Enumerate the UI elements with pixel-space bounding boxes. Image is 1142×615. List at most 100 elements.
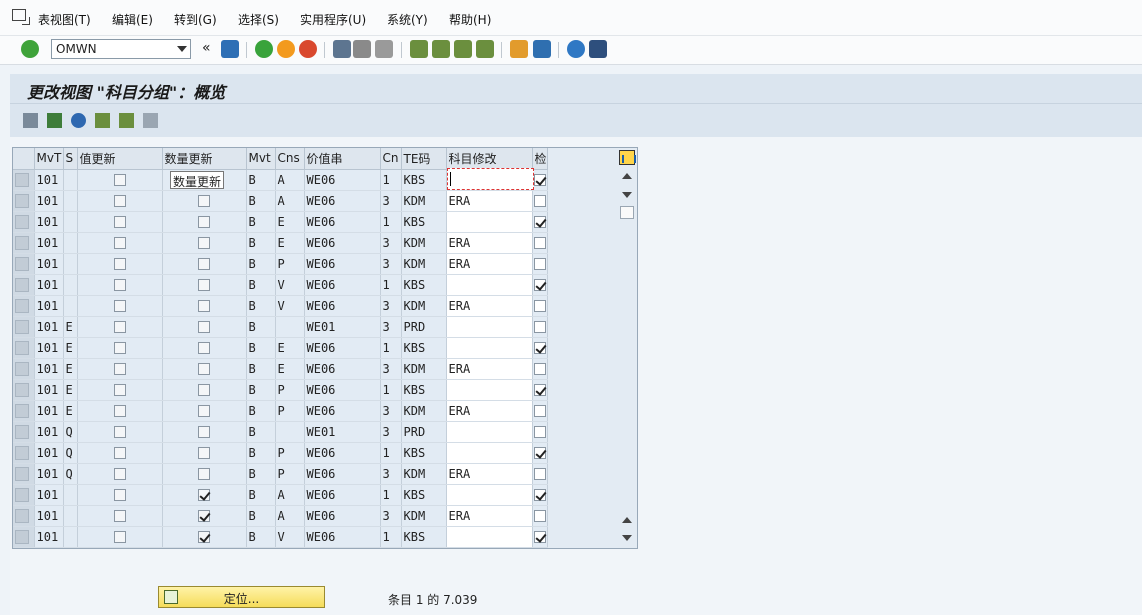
menu-help[interactable]: 帮助(H) (449, 11, 491, 28)
account-modifier-input[interactable] (446, 274, 533, 296)
value-update-checkbox[interactable] (113, 426, 126, 438)
qty-update-checkbox[interactable] (198, 321, 210, 333)
account-modifier-focus[interactable] (447, 168, 534, 190)
row-selector[interactable] (13, 379, 35, 401)
row-selector[interactable] (13, 316, 35, 338)
qty-update-checkbox[interactable] (198, 342, 210, 354)
scroll-down-icon[interactable] (622, 192, 632, 198)
display-change-icon[interactable] (23, 113, 38, 128)
qty-update-checkbox[interactable] (198, 363, 210, 375)
qty-update-checkbox[interactable] (198, 531, 210, 543)
qty-update-checkbox[interactable] (198, 216, 210, 228)
row-selector[interactable] (13, 358, 35, 380)
account-modifier-input[interactable] (446, 442, 533, 464)
account-modifier-input[interactable] (446, 211, 533, 233)
command-field[interactable]: OMWN (51, 39, 191, 59)
qty-update-checkbox[interactable] (198, 237, 210, 249)
row-selector[interactable] (13, 526, 35, 548)
print-icon[interactable] (333, 40, 351, 58)
check-checkbox[interactable] (533, 258, 546, 270)
undo-icon[interactable] (71, 113, 86, 128)
menu-edit[interactable]: 编辑(E) (112, 11, 153, 28)
row-selector[interactable] (13, 463, 35, 485)
value-update-checkbox[interactable] (113, 468, 126, 480)
menu-table-view[interactable]: 表视图(T) (38, 11, 91, 28)
scroll-thumb[interactable] (620, 206, 634, 219)
account-modifier-input[interactable]: ERA (446, 295, 533, 317)
header-value-update[interactable]: 值更新 (77, 148, 163, 170)
check-checkbox[interactable] (533, 363, 546, 375)
menu-system[interactable]: 系统(Y) (387, 11, 428, 28)
value-update-checkbox[interactable] (113, 321, 126, 333)
scroll-up-icon[interactable] (622, 173, 632, 179)
value-update-checkbox[interactable] (113, 216, 126, 228)
row-selector[interactable] (13, 337, 35, 359)
header-s[interactable]: S (63, 148, 78, 170)
qty-update-checkbox[interactable] (198, 384, 210, 396)
check-checkbox[interactable] (533, 321, 546, 333)
header-cns[interactable]: Cns (275, 148, 305, 170)
customize-layout-icon[interactable] (589, 40, 607, 58)
row-selector[interactable] (13, 190, 35, 212)
dropdown-arrow-icon[interactable] (177, 46, 187, 52)
header-account-modifier[interactable]: 科目修改 (446, 148, 533, 170)
qty-update-checkbox[interactable] (198, 447, 210, 459)
cancel-icon[interactable] (299, 40, 317, 58)
account-modifier-input[interactable] (446, 484, 533, 506)
account-modifier-input[interactable] (446, 421, 533, 443)
header-mvt[interactable]: MvT (34, 148, 64, 170)
account-modifier-input[interactable] (446, 526, 533, 548)
row-selector[interactable] (13, 211, 35, 233)
row-selector[interactable] (13, 442, 35, 464)
account-modifier-input[interactable] (446, 337, 533, 359)
save-icon[interactable] (221, 40, 239, 58)
account-modifier-input[interactable] (446, 379, 533, 401)
value-update-checkbox[interactable] (113, 531, 126, 543)
account-modifier-input[interactable]: ERA (446, 232, 533, 254)
select-all-icon[interactable] (143, 113, 158, 128)
create-session-icon[interactable] (510, 40, 528, 58)
collapse-icon[interactable]: « (202, 40, 211, 56)
delete-icon[interactable] (119, 113, 134, 128)
row-selector[interactable] (13, 421, 35, 443)
last-page-icon[interactable] (476, 40, 494, 58)
header-cn[interactable]: Cn (380, 148, 402, 170)
previous-page-icon[interactable] (432, 40, 450, 58)
check-checkbox[interactable] (533, 426, 546, 438)
row-selector[interactable] (13, 505, 35, 527)
qty-update-checkbox[interactable] (198, 300, 210, 312)
position-button[interactable]: 定位... (158, 586, 325, 608)
menu-expand-icon[interactable] (12, 9, 30, 25)
value-update-checkbox[interactable] (113, 174, 126, 186)
header-value-string[interactable]: 价值串 (304, 148, 381, 170)
value-update-checkbox[interactable] (113, 510, 126, 522)
shortcut-icon[interactable] (533, 40, 551, 58)
check-checkbox[interactable] (533, 342, 546, 354)
check-checkbox[interactable] (533, 384, 546, 396)
value-update-checkbox[interactable] (113, 405, 126, 417)
copy-as-icon[interactable] (95, 113, 110, 128)
table-settings-icon[interactable] (619, 150, 636, 165)
qty-update-checkbox[interactable] (198, 195, 210, 207)
qty-update-checkbox[interactable] (198, 426, 210, 438)
account-modifier-input[interactable]: ERA (446, 400, 533, 422)
account-modifier-input[interactable]: ERA (446, 505, 533, 527)
new-entries-icon[interactable] (47, 113, 62, 128)
vertical-scrollbar[interactable] (617, 169, 637, 547)
row-selector[interactable] (13, 253, 35, 275)
value-update-checkbox[interactable] (113, 384, 126, 396)
scroll-page-up-icon[interactable] (622, 517, 632, 523)
row-selector[interactable] (13, 274, 35, 296)
qty-update-checkbox[interactable] (198, 279, 210, 291)
qty-update-checkbox[interactable] (198, 489, 210, 501)
first-page-icon[interactable] (410, 40, 428, 58)
header-movement[interactable]: Mvt (246, 148, 276, 170)
check-checkbox[interactable] (533, 174, 546, 186)
row-selector[interactable] (13, 169, 35, 191)
qty-update-checkbox[interactable] (198, 405, 210, 417)
account-modifier-input[interactable]: ERA (446, 463, 533, 485)
account-modifier-input[interactable]: ERA (446, 358, 533, 380)
account-modifier-input[interactable]: ERA (446, 253, 533, 275)
check-checkbox[interactable] (533, 195, 546, 207)
account-modifier-input[interactable]: ERA (446, 190, 533, 212)
